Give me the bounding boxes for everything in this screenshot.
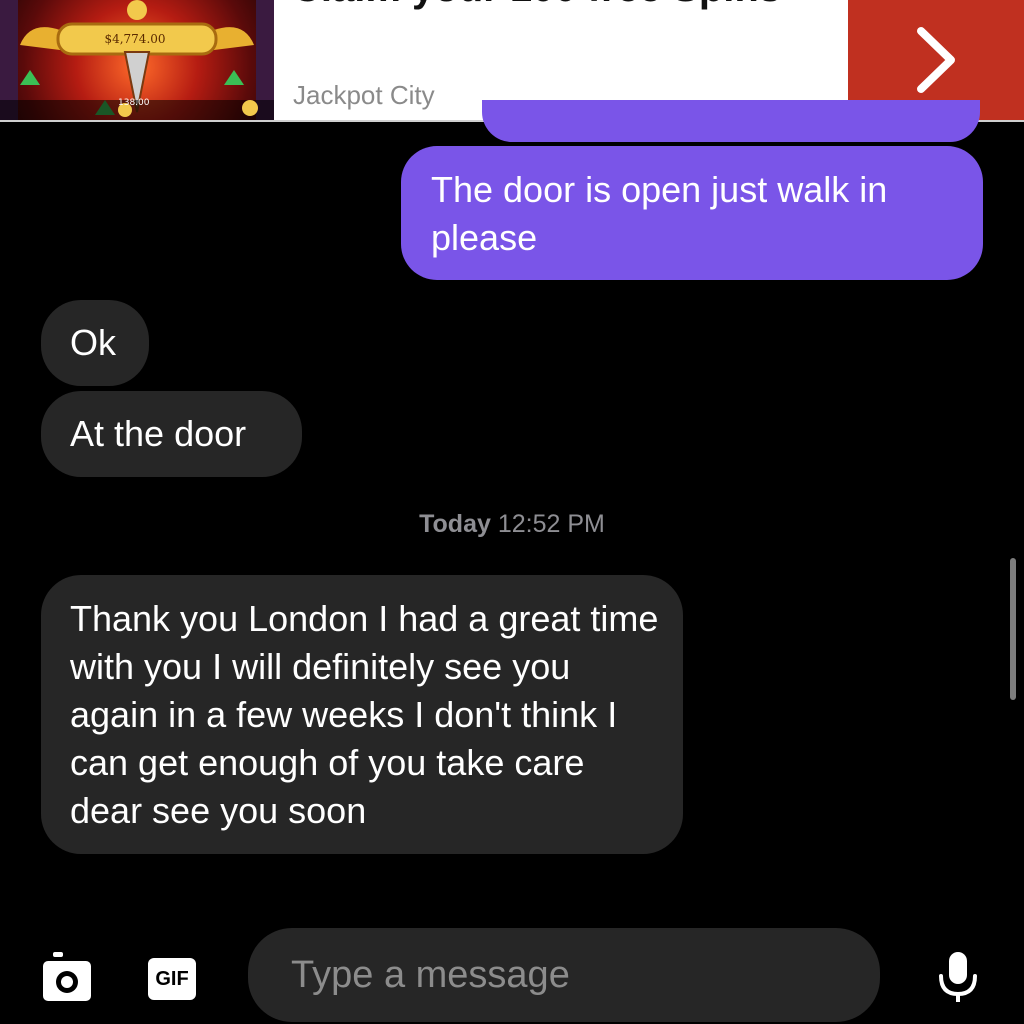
message-bubble-incoming[interactable]: Thank you London I had a great time with… bbox=[41, 575, 683, 854]
message-bubble-outgoing[interactable]: The door is open just walk in please bbox=[401, 146, 983, 280]
gif-button[interactable]: GIF bbox=[148, 958, 196, 1000]
message-bubble-incoming[interactable]: Ok bbox=[41, 300, 149, 386]
ad-image[interactable]: $4,774.00 138.00 bbox=[0, 0, 274, 120]
timestamp-day: Today bbox=[419, 510, 491, 538]
message-timestamp: Today 12:52 PM bbox=[0, 510, 1024, 539]
message-bubble-outgoing-partial bbox=[482, 100, 980, 142]
microphone-button[interactable] bbox=[936, 952, 980, 1009]
camera-button[interactable] bbox=[42, 952, 92, 1009]
timestamp-time: 12:52 PM bbox=[497, 510, 605, 538]
message-bubble-incoming[interactable]: At the door bbox=[41, 391, 302, 477]
ad-image-jackpot: $4,774.00 bbox=[104, 32, 166, 46]
message-input[interactable] bbox=[289, 952, 853, 998]
ad-headline[interactable]: Claim your 100 free Spins bbox=[292, 0, 781, 11]
chevron-right-icon bbox=[917, 27, 955, 93]
scrollbar[interactable] bbox=[1010, 558, 1016, 700]
camera-icon bbox=[43, 952, 91, 1001]
ad-image-win: 138.00 bbox=[118, 98, 150, 108]
message-input-container[interactable] bbox=[248, 928, 880, 1022]
ad-sponsor: Jackpot City bbox=[293, 80, 435, 110]
microphone-icon bbox=[939, 952, 977, 1002]
